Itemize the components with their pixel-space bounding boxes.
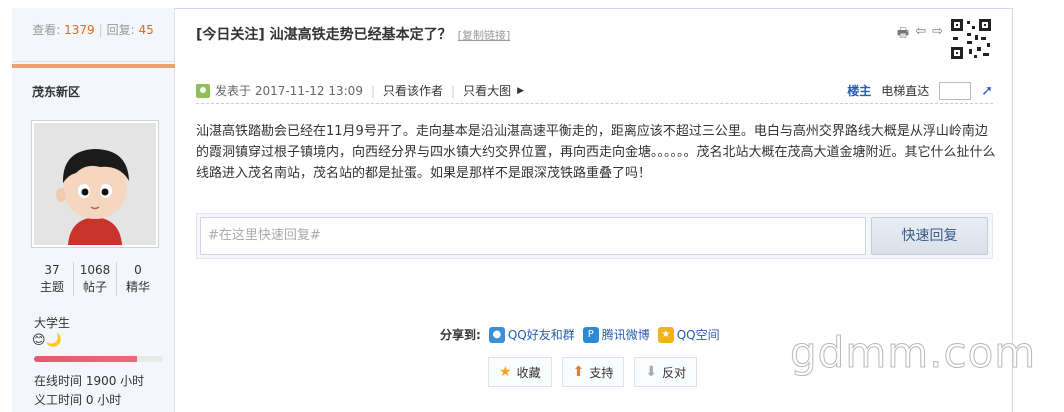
qrcode-icon[interactable]: [949, 17, 993, 61]
avatar-image: [34, 123, 156, 245]
floor-label[interactable]: 楼主: [847, 82, 871, 99]
oppose-button[interactable]: ⬇ 反对: [634, 357, 698, 387]
level-progress-fill: [34, 356, 138, 362]
online-status-icon: [196, 83, 210, 98]
support-button[interactable]: ⬆ 支持: [561, 357, 625, 387]
thumb-down-arrow-icon: ⬇: [645, 364, 658, 380]
post-actions: ★ 收藏 ⬆ 支持 ⬇ 反对: [488, 357, 698, 387]
replies-label: 回复:: [106, 23, 135, 37]
big-image-link[interactable]: 只看大图: [463, 82, 511, 99]
star-icon: ★: [499, 364, 512, 380]
share-tencent-weibo[interactable]: P 腾讯微博: [582, 326, 650, 343]
views-count: 1379: [64, 23, 95, 37]
tencent-weibo-icon: P: [582, 326, 599, 343]
author-name[interactable]: 茂东新区: [32, 83, 80, 100]
elevator-label: 电梯直达: [881, 84, 930, 98]
views-label: 查看:: [32, 23, 61, 37]
post-meta-bar: 发表于 2017-11-12 13:09 | 只看该作者 | 只看大图 ▶ 楼主…: [196, 78, 993, 104]
quick-reply-input[interactable]: #在这里快速回复#: [200, 217, 866, 255]
post-content: 汕湛高铁踏勘会已经在11月9号开了。走向基本是沿汕湛高速平衡走的，距离应该不超过…: [196, 124, 996, 181]
replies-count: 45: [138, 23, 154, 37]
share-qq-friends[interactable]: ● QQ好友和群: [488, 326, 575, 343]
level-progress-bar: [34, 356, 163, 362]
favorite-button[interactable]: ★ 收藏: [488, 357, 552, 387]
stat-digest[interactable]: 0 精华: [116, 262, 159, 296]
share-bar: 分享到: ● QQ好友和群 P 腾讯微博 ★ QQ空间: [440, 326, 720, 343]
share-qzone[interactable]: ★ QQ空间: [657, 326, 720, 343]
share-label: 分享到:: [440, 328, 481, 342]
quick-reply-button[interactable]: 快速回复: [871, 217, 988, 255]
time-info: 在线时间 1900 小时 义工时间 0 小时: [34, 372, 144, 410]
caret-right-icon[interactable]: ▶: [517, 86, 524, 96]
print-icon[interactable]: 🖶: [897, 24, 909, 46]
online-time: 在线时间 1900 小时: [34, 374, 145, 388]
go-arrow-icon[interactable]: ➚: [981, 83, 993, 99]
author-stats: 37 主题 1068 帖子 0 精华: [31, 262, 159, 296]
thumb-up-arrow-icon: ⬆: [572, 364, 585, 380]
qzone-star-icon: ★: [657, 326, 674, 343]
prev-thread-icon[interactable]: ⇦: [915, 24, 926, 46]
meta-right: 楼主 电梯直达 ➚: [847, 81, 993, 100]
title-tools: 🖶 ⇦ ⇨: [897, 24, 943, 46]
post-title-text: [今日关注] 汕湛高铁走势已经基本定了？: [196, 27, 452, 43]
author-avatar[interactable]: [31, 120, 159, 248]
thread-stats: 查看: 1379 | 回复: 45: [12, 8, 174, 62]
post-time: 发表于 2017-11-12 13:09: [215, 84, 363, 98]
sidebar-divider: [12, 64, 175, 68]
volunteer-time: 义工时间 0 小时: [34, 393, 122, 407]
copy-link[interactable]: [复制链接]: [458, 29, 511, 42]
site-watermark: gdmm.com: [789, 328, 1037, 378]
medal-icons[interactable]: 😊🌙: [32, 333, 62, 348]
only-author-link[interactable]: 只看该作者: [383, 82, 443, 99]
post-title: [今日关注] 汕湛高铁走势已经基本定了？ [复制链接]: [196, 24, 510, 44]
stat-topics[interactable]: 37 主题: [31, 262, 73, 296]
stat-posts[interactable]: 1068 帖子: [73, 262, 116, 296]
quick-reply-box: #在这里快速回复# 快速回复: [196, 213, 993, 259]
qq-penguin-icon: ●: [488, 326, 505, 343]
elevator-input[interactable]: [939, 81, 972, 100]
author-rank[interactable]: 大学生: [34, 314, 70, 331]
next-thread-icon[interactable]: ⇨: [932, 24, 943, 46]
